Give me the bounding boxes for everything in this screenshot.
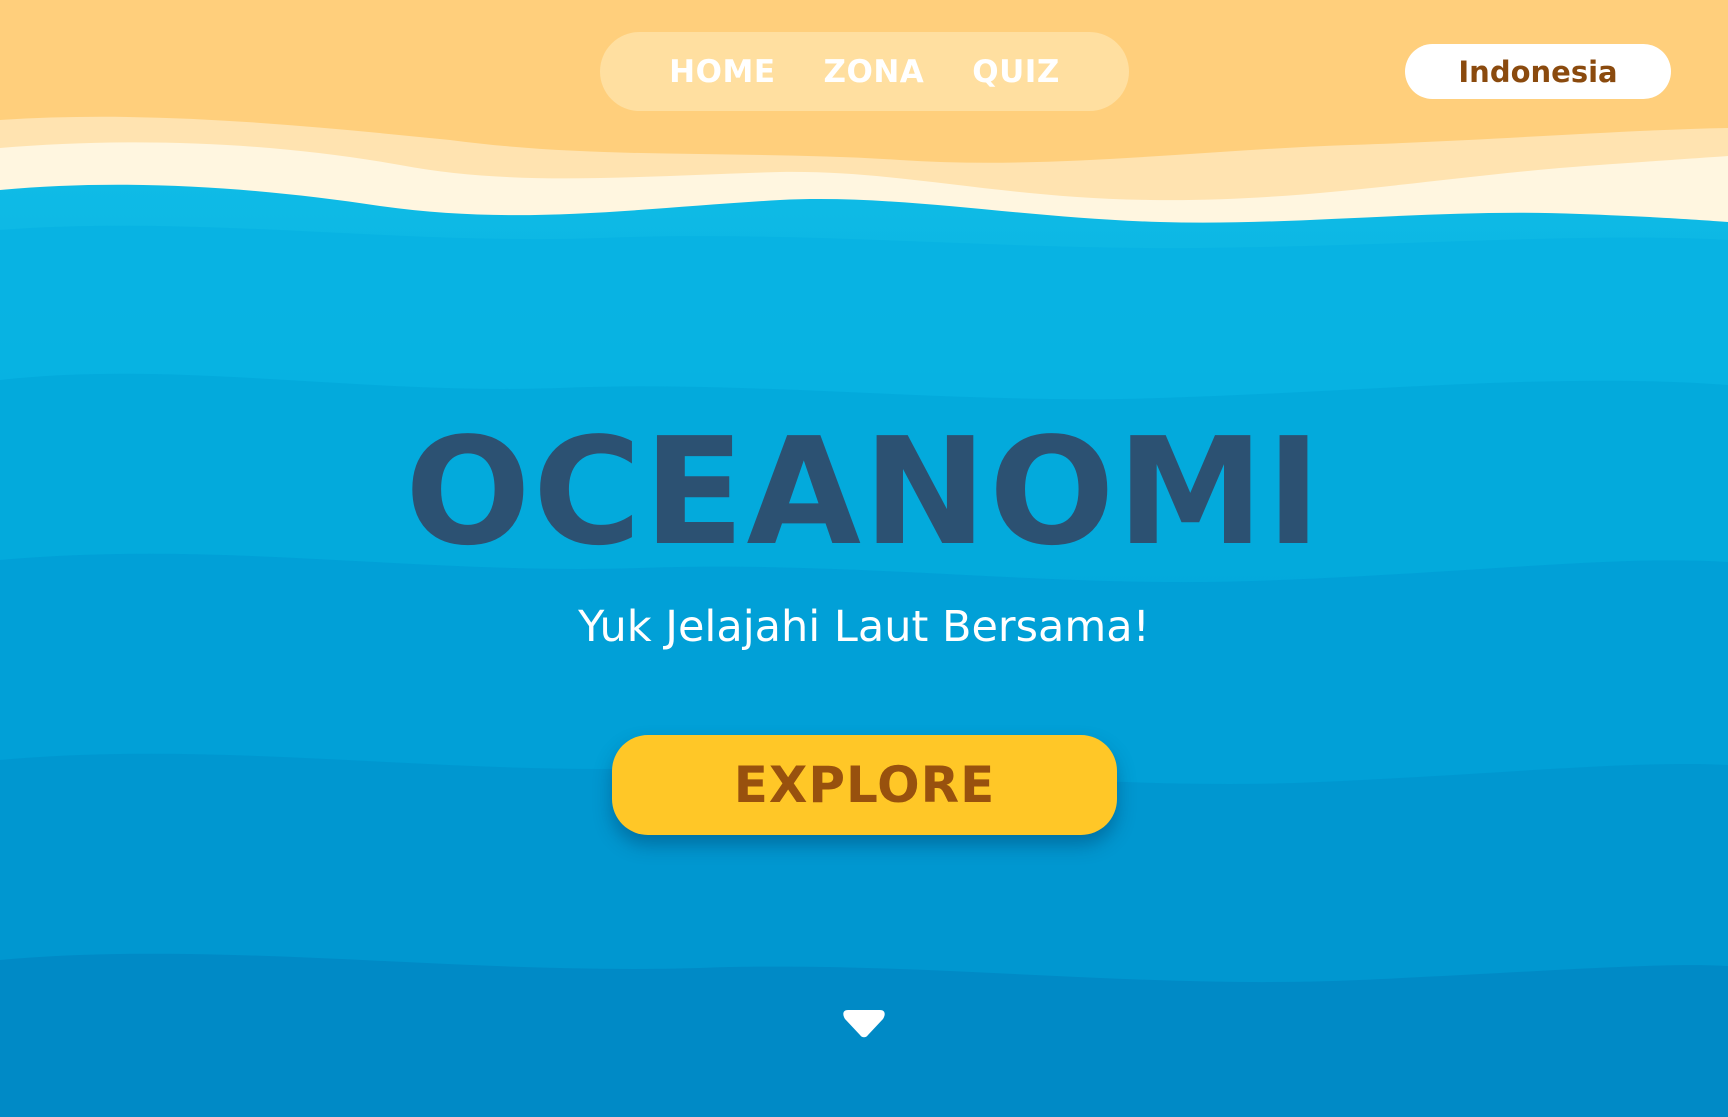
language-selector-button[interactable]: Indonesia bbox=[1405, 44, 1671, 99]
hero-subtitle: Yuk Jelajahi Laut Bersama! bbox=[578, 602, 1150, 652]
scroll-down-button[interactable] bbox=[842, 1008, 886, 1040]
nav-home[interactable]: HOME bbox=[665, 54, 779, 90]
nav-zona[interactable]: ZONA bbox=[820, 54, 929, 90]
hero-title: OCEANOMI bbox=[404, 406, 1324, 578]
landing-page: HOME ZONA QUIZ Indonesia OCEANOMI Yuk Je… bbox=[0, 0, 1728, 1117]
main-nav: HOME ZONA QUIZ bbox=[600, 32, 1129, 111]
explore-button[interactable]: EXPLORE bbox=[612, 735, 1117, 835]
chevron-down-icon bbox=[843, 1010, 885, 1038]
nav-quiz[interactable]: QUIZ bbox=[968, 54, 1064, 90]
